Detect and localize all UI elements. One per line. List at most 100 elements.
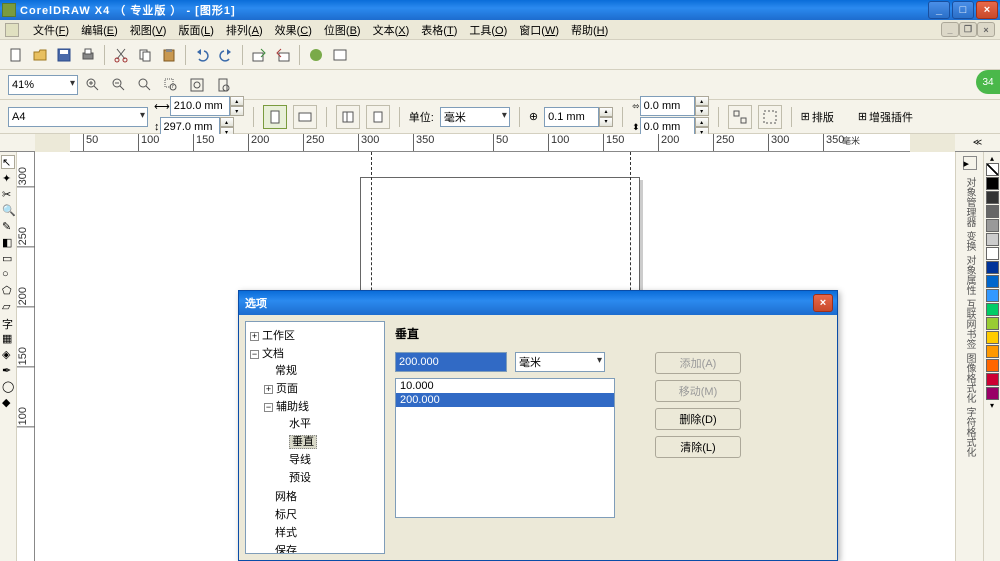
menu-a[interactable]: 排列(A) — [220, 23, 269, 39]
color-swatch[interactable] — [986, 205, 999, 218]
docker-tab[interactable]: 对象属性 — [962, 255, 977, 295]
minimize-button[interactable]: _ — [928, 1, 950, 19]
color-swatch[interactable] — [986, 387, 999, 400]
tree-vertical[interactable]: 垂直 — [289, 435, 317, 449]
layout-button[interactable]: ⊞排版 — [801, 109, 834, 125]
table-tool[interactable]: ▦ — [1, 331, 15, 345]
color-swatch[interactable] — [986, 331, 999, 344]
docker-tab[interactable]: 互联网书签 — [962, 299, 977, 349]
color-swatch[interactable] — [986, 247, 999, 260]
fill-tool[interactable]: ◆ — [1, 395, 15, 409]
new-button[interactable] — [5, 44, 27, 66]
cut-button[interactable] — [110, 44, 132, 66]
welcome-button[interactable] — [329, 44, 351, 66]
interactive-tool[interactable]: ◈ — [1, 347, 15, 361]
export-button[interactable] — [272, 44, 294, 66]
color-swatch[interactable] — [986, 303, 999, 316]
flyout-arrow-icon[interactable]: ≪ — [973, 137, 982, 148]
close-button[interactable]: × — [976, 1, 998, 19]
outline-tool[interactable]: ◯ — [1, 379, 15, 393]
tree-save[interactable]: 保存 — [275, 545, 297, 554]
zoom-tool[interactable]: 🔍 — [1, 203, 15, 217]
paste-button[interactable] — [158, 44, 180, 66]
doc-close-button[interactable]: × — [977, 22, 995, 37]
height-spin-up[interactable]: ▴ — [220, 117, 234, 127]
shape-tool[interactable]: ✦ — [1, 171, 15, 185]
vertical-ruler[interactable]: 300250200150100 — [17, 152, 35, 561]
undo-button[interactable] — [191, 44, 213, 66]
docker-tab[interactable]: 对象管理器 — [962, 177, 977, 227]
tree-page[interactable]: 页面 — [276, 383, 298, 395]
open-button[interactable] — [29, 44, 51, 66]
guide-value-input[interactable] — [395, 352, 507, 372]
pages-button-1[interactable] — [336, 105, 360, 129]
basic-shapes-tool[interactable]: ▱ — [1, 299, 15, 313]
color-swatch[interactable] — [986, 289, 999, 302]
dup-x-input[interactable] — [640, 96, 695, 116]
color-swatch[interactable] — [986, 359, 999, 372]
nudge-spin-down[interactable]: ▾ — [599, 117, 613, 127]
ellipse-tool[interactable]: ○ — [1, 267, 15, 281]
menu-x[interactable]: 文本(X) — [367, 23, 416, 39]
menu-o[interactable]: 工具(O) — [463, 23, 513, 39]
portrait-button[interactable] — [263, 105, 287, 129]
guide-list-item[interactable]: 200.000 — [396, 393, 614, 407]
tree-style[interactable]: 样式 — [275, 527, 297, 539]
options-tree[interactable]: +工作区 −文档 常规 +页面 −辅助线 水平 垂直 导线 预设 — [245, 321, 385, 554]
tree-ruler[interactable]: 标尺 — [275, 509, 297, 521]
color-swatch[interactable] — [986, 345, 999, 358]
tree-document[interactable]: 文档 — [262, 348, 284, 360]
docker-tab[interactable]: 变换 — [962, 231, 977, 251]
menu-v[interactable]: 视图(V) — [124, 23, 173, 39]
color-swatch[interactable] — [986, 191, 999, 204]
menu-b[interactable]: 位图(B) — [318, 23, 367, 39]
docker-tab[interactable]: 图像格式化 — [962, 353, 977, 403]
pages-button-2[interactable] — [366, 105, 390, 129]
horizontal-ruler[interactable]: 毫米 5010015020025030035050100150200250300… — [70, 134, 910, 152]
guide-list-item[interactable]: 10.000 — [396, 379, 614, 393]
menu-h[interactable]: 帮助(H) — [565, 23, 614, 39]
palette-down-icon[interactable]: ▾ — [990, 401, 994, 410]
print-button[interactable] — [77, 44, 99, 66]
rectangle-tool[interactable]: ▭ — [1, 251, 15, 265]
page-width-input[interactable] — [170, 96, 230, 116]
paper-size-select[interactable] — [8, 107, 148, 127]
width-spin-down[interactable]: ▾ — [230, 106, 244, 116]
docker-tab[interactable]: 字符格式化 — [962, 407, 977, 457]
docker-toggle-icon[interactable]: ▸ — [963, 156, 977, 170]
zoom-page-button[interactable] — [212, 74, 234, 96]
unit-select[interactable] — [440, 107, 510, 127]
save-button[interactable] — [53, 44, 75, 66]
width-spin-up[interactable]: ▴ — [230, 96, 244, 106]
eyedropper-tool[interactable]: ✒ — [1, 363, 15, 377]
no-color-swatch[interactable] — [986, 163, 999, 176]
menu-c[interactable]: 效果(C) — [269, 23, 318, 39]
copy-button[interactable] — [134, 44, 156, 66]
color-swatch[interactable] — [986, 177, 999, 190]
clear-button[interactable]: 清除(L) — [655, 436, 741, 458]
tree-grid[interactable]: 网格 — [275, 491, 297, 503]
zoom-select[interactable] — [8, 75, 78, 95]
zoom-out-button[interactable] — [108, 74, 130, 96]
delete-button[interactable]: 删除(D) — [655, 408, 741, 430]
color-swatch[interactable] — [986, 233, 999, 246]
import-button[interactable] — [248, 44, 270, 66]
palette-up-icon[interactable]: ▴ — [990, 154, 994, 163]
tree-expand-icon[interactable]: + — [250, 332, 259, 341]
tree-workspace[interactable]: 工作区 — [262, 330, 295, 342]
smart-fill-tool[interactable]: ◧ — [1, 235, 15, 249]
color-swatch[interactable] — [986, 317, 999, 330]
zoom-100-button[interactable] — [134, 74, 156, 96]
color-swatch[interactable] — [986, 275, 999, 288]
color-swatch[interactable] — [986, 261, 999, 274]
doc-restore-button[interactable]: ❐ — [959, 22, 977, 37]
zoom-selection-button[interactable] — [160, 74, 182, 96]
menu-t[interactable]: 表格(T) — [415, 23, 463, 39]
freehand-tool[interactable]: ✎ — [1, 219, 15, 233]
nudge-input[interactable] — [544, 107, 599, 127]
notification-badge[interactable]: 34 — [976, 70, 1000, 94]
polygon-tool[interactable]: ⬠ — [1, 283, 15, 297]
text-tool[interactable]: 字 — [1, 315, 15, 329]
zoom-fit-button[interactable] — [186, 74, 208, 96]
dialog-titlebar[interactable]: 选项 × — [239, 291, 837, 315]
